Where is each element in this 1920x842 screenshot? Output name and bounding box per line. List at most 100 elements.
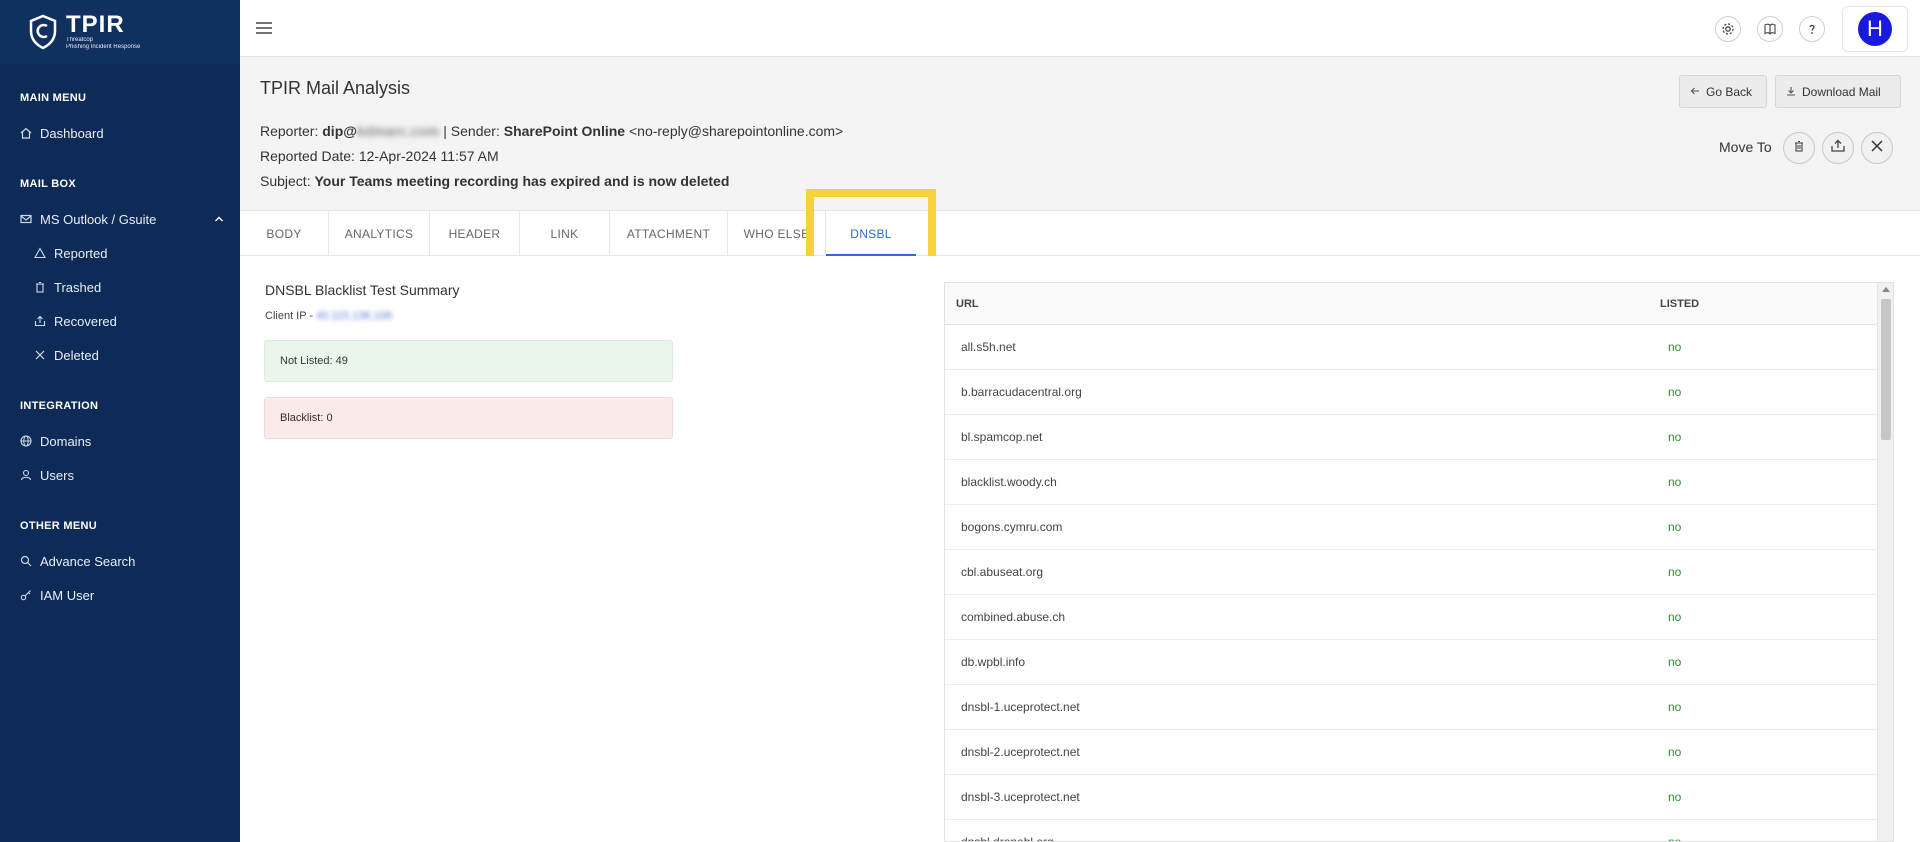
go-back-label: Go Back [1706,84,1753,99]
dnsbl-listed-status: no [1668,655,1682,669]
dnsbl-url: dnsbl-1.uceprotect.net [961,700,1080,714]
sidebar-item-label: IAM User [40,587,95,603]
sidebar-item-label: Reported [54,245,108,261]
reported-date-label: Reported Date: [260,148,355,164]
table-row: dnsbl-1.uceprotect.net no [945,685,1877,730]
warning-icon [34,247,54,259]
section-integration: INTEGRATION [20,400,99,412]
recover-icon [34,315,54,327]
shield-logo-icon [26,13,60,51]
reported-date-line: Reported Date: 12-Apr-2024 11:57 AM [260,148,499,164]
sidebar-item-iam-user[interactable]: IAM User [0,578,240,612]
arrow-left-icon [1690,85,1700,99]
upload-tray-icon [1830,138,1846,159]
sidebar-item-label: Dashboard [40,125,104,141]
dnsbl-url: dnsbl-3.uceprotect.net [961,790,1080,804]
dnsbl-listed-status: no [1668,565,1682,579]
move-to-recover-button[interactable] [1822,132,1854,164]
subject-value: Your Teams meeting recording has expired… [314,173,730,189]
client-ip-value: 40.115.138.108 [316,310,392,322]
column-header-listed[interactable]: LISTED [1660,298,1860,310]
dnsbl-url: dnsbl.dronebl.org [961,835,1054,842]
brand-tagline-1: Threatcop [66,37,94,43]
table-row: blacklist.woody.ch no [945,460,1877,505]
reporter-label: Reporter: [260,123,319,139]
move-to-label: Move To [1719,139,1772,155]
scroll-thumb[interactable] [1881,299,1891,440]
download-icon [1786,85,1796,99]
dnsbl-url: bl.spamcop.net [961,430,1043,444]
table-scrollbar[interactable] [1877,283,1893,841]
book-icon[interactable] [1757,16,1783,42]
sidebar-item-trashed[interactable]: Trashed [0,270,240,304]
reporter-user: dip@ [322,123,357,139]
user-menu[interactable]: H [1842,6,1908,52]
sidebar-item-label: Deleted [54,347,99,363]
dnsbl-listed-status: no [1668,790,1682,804]
sidebar-item-label: Advance Search [40,553,136,569]
sender-name: SharePoint Online [503,123,626,139]
dnsbl-url: all.s5h.net [961,340,1016,354]
tab-link[interactable]: LINK [520,211,610,256]
table-row: dnsbl-2.uceprotect.net no [945,730,1877,775]
section-other-menu: OTHER MENU [20,520,97,532]
brand[interactable]: TPIR Threatcop Phishing Incident Respons… [0,0,240,64]
tab-body[interactable]: BODY [240,211,329,256]
download-mail-button[interactable]: Download Mail [1775,75,1901,108]
table-body: all.s5h.net no b.barracudacentral.org no bl.… [945,325,1893,842]
dnsbl-url: b.barracudacentral.org [961,385,1082,399]
go-back-button[interactable]: Go Back [1679,75,1767,108]
dnsbl-listed-status: no [1668,475,1682,489]
tab-attachment[interactable]: ATTACHMENT [610,211,728,256]
move-to-trash-button[interactable] [1783,132,1815,164]
settings-gear-icon[interactable] [1715,16,1741,42]
home-icon [20,127,40,139]
sidebar-item-dashboard[interactable]: Dashboard [0,116,240,150]
sidebar-item-recovered[interactable]: Recovered [0,304,240,338]
section-main-menu: MAIN MENU [20,92,87,104]
sender-label: | Sender: [443,123,500,139]
key-icon [20,589,40,601]
chevron-up-icon[interactable] [214,212,224,227]
client-ip: Client IP - 40.115.138.108 [265,310,392,322]
sidebar-item-label: MS Outlook / Gsuite [40,211,157,227]
trash-icon [34,281,54,293]
dnsbl-url: blacklist.woody.ch [961,475,1057,489]
not-listed-count: Not Listed: 49 [264,340,673,382]
reported-date-value: 12-Apr-2024 11:57 AM [358,148,499,164]
reporter-domain: kdmarc.com [356,123,440,139]
subject-label: Subject: [260,173,311,189]
tab-header[interactable]: HEADER [430,211,520,256]
table-row: bogons.cymru.com no [945,505,1877,550]
close-icon [1870,139,1884,158]
dnsbl-listed-status: no [1668,430,1682,444]
dnsbl-listed-status: no [1668,385,1682,399]
column-header-url[interactable]: URL [945,298,1660,310]
user-icon [20,469,40,481]
dnsbl-url: dnsbl-2.uceprotect.net [961,745,1080,759]
sidebar-item-users[interactable]: Users [0,458,240,492]
globe-icon [20,435,40,447]
move-to-delete-button[interactable] [1861,132,1893,164]
dnsbl-listed-status: no [1668,520,1682,534]
section-mail-box: MAIL BOX [20,178,76,190]
download-mail-label: Download Mail [1802,84,1881,99]
top-bar: H [240,0,1920,57]
scroll-up-arrow-icon[interactable] [1882,287,1890,292]
sidebar-item-domains[interactable]: Domains [0,424,240,458]
sidebar: TPIR Threatcop Phishing Incident Respons… [0,0,240,842]
dnsbl-url: combined.abuse.ch [961,610,1066,624]
sidebar-item-advance-search[interactable]: Advance Search [0,544,240,578]
avatar[interactable]: H [1858,12,1892,46]
sidebar-item-deleted[interactable]: Deleted [0,338,240,372]
dnsbl-listed-status: no [1668,340,1682,354]
dnsbl-listed-status: no [1668,835,1682,842]
sidebar-item-reported[interactable]: Reported [0,236,240,270]
sidebar-item-ms-outlook[interactable]: MS Outlook / Gsuite [0,202,240,236]
hamburger-menu-icon[interactable] [254,18,274,43]
sidebar-item-label: Domains [40,433,92,449]
tab-analytics[interactable]: ANALYTICS [329,211,430,256]
dnsbl-table: URL LISTED all.s5h.net no b.barracudacentr… [944,282,1894,842]
subject-line: Subject: Your Teams meeting recording ha… [260,173,729,189]
help-question-icon[interactable] [1799,16,1825,42]
